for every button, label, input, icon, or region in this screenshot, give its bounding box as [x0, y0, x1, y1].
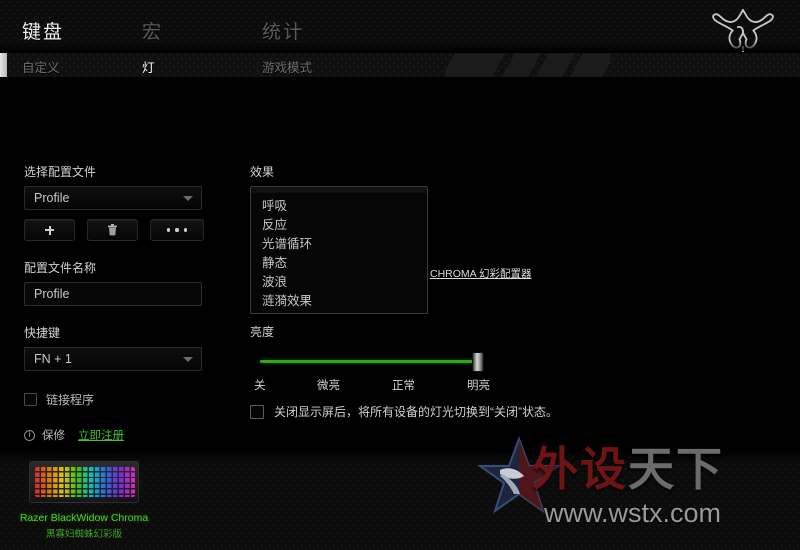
subtab-customize[interactable]: 自定义 [22, 57, 142, 76]
brightness-tick-normal: 正常 [392, 380, 415, 392]
device-name-cn: 黑寡妇蜘蛛幻彩版 [45, 529, 122, 540]
brightness-tick-bright: 明亮 [467, 380, 490, 392]
link-program-label: 链接程序 [46, 393, 95, 407]
tab-keyboard[interactable]: 键盘 [22, 17, 142, 52]
keyboard-keys [35, 467, 135, 497]
effect-option-wave[interactable]: 波浪 [251, 273, 427, 292]
profile-select[interactable]: Profile [24, 186, 202, 210]
brightness-track-fill [260, 360, 478, 363]
effect-option-spectrum-cycling[interactable]: 光谱循环 [251, 235, 427, 254]
chroma-configurator-link[interactable]: CHROMA 幻彩配置器 [430, 266, 532, 281]
sub-tab-list: 自定义 灯 游戏模式 [0, 53, 392, 77]
profile-button-row [24, 219, 204, 241]
brightness-tick-dim: 微亮 [317, 380, 340, 392]
shortcut-select-value: FN + 1 [34, 352, 72, 366]
effect-option-static[interactable]: 静态 [251, 254, 427, 273]
more-profile-button[interactable] [150, 219, 204, 241]
delete-profile-button[interactable] [87, 219, 138, 241]
profile-select-value: Profile [34, 191, 70, 205]
dim-on-display-off-checkbox[interactable] [250, 404, 264, 419]
add-profile-button[interactable] [24, 219, 75, 241]
dim-on-display-off-row[interactable]: 关闭显示屏后，将所有设备的灯光切换到“关闭”状态。 [250, 403, 558, 420]
info-icon: i [24, 429, 35, 441]
subtab-gaming-mode[interactable]: 游戏模式 [262, 57, 392, 76]
ellipsis-icon [166, 228, 188, 232]
razer-logo-icon [712, 9, 774, 53]
profile-name-value: Profile [34, 287, 70, 301]
brightness-tick-labels: 关 微亮 正常 明亮 [250, 377, 500, 393]
main-tab-list: 键盘 宏 统计 [0, 0, 382, 52]
sub-tab-bar: 自定义 灯 游戏模式 [0, 52, 800, 78]
profile-name-label: 配置文件名称 [24, 261, 97, 275]
trash-icon [108, 224, 117, 236]
effects-panel: 效果 波浪 呼吸 反应 光谱循环 静态 波浪 涟漪效果 CHROMA 幻彩配置器… [250, 163, 550, 392]
warranty-row: i 保修 立即注册 [24, 427, 124, 443]
chevron-down-icon [183, 196, 193, 201]
tab-stats[interactable]: 统计 [262, 17, 382, 52]
chevron-down-icon [183, 357, 193, 362]
brightness-label: 亮度 [250, 325, 275, 339]
dim-on-display-off-label: 关闭显示屏后，将所有设备的灯光切换到“关闭”状态。 [274, 405, 558, 419]
register-now-link[interactable]: 立即注册 [78, 427, 124, 443]
brightness-slider-handle[interactable] [472, 352, 484, 372]
profile-panel: 选择配置文件 Profile 配置文件名称 Profile 快捷键 FN + 1… [24, 163, 204, 408]
shortcut-select[interactable]: FN + 1 [24, 347, 202, 371]
effect-option-ripple[interactable]: 涟漪效果 [251, 292, 427, 311]
main-content: 选择配置文件 Profile 配置文件名称 Profile 快捷键 FN + 1… [0, 78, 800, 450]
brightness-tick-off: 关 [254, 380, 266, 392]
stripe-decoration [445, 53, 610, 77]
link-program-row[interactable]: 链接程序 [24, 391, 204, 408]
subtab-lighting[interactable]: 灯 [142, 57, 262, 76]
effect-option-reactive[interactable]: 反应 [251, 216, 427, 235]
select-profile-label: 选择配置文件 [24, 165, 97, 179]
device-bar: Razer BlackWidow Chroma 黑寡妇蜘蛛幻彩版 [0, 450, 800, 550]
plus-icon [45, 225, 54, 235]
device-name: Razer BlackWidow Chroma [19, 512, 149, 524]
effects-label: 效果 [250, 165, 275, 179]
keyboard-thumbnail[interactable] [24, 458, 146, 508]
top-bar: 键盘 宏 统计 [0, 0, 800, 53]
profile-name-input[interactable]: Profile [24, 282, 202, 306]
link-program-checkbox[interactable] [24, 393, 37, 406]
shortcut-label: 快捷键 [24, 326, 61, 340]
warranty-label: 保修 [42, 430, 65, 442]
effect-dropdown-list[interactable]: 呼吸 反应 光谱循环 静态 波浪 涟漪效果 [250, 193, 428, 314]
effect-option-breathing[interactable]: 呼吸 [251, 197, 427, 216]
brightness-slider[interactable] [250, 352, 490, 372]
tab-macro[interactable]: 宏 [142, 17, 262, 52]
device-item[interactable]: Razer BlackWidow Chroma 黑寡妇蜘蛛幻彩版 [14, 458, 154, 540]
brightness-section: 亮度 关 微亮 正常 明亮 [250, 323, 550, 393]
